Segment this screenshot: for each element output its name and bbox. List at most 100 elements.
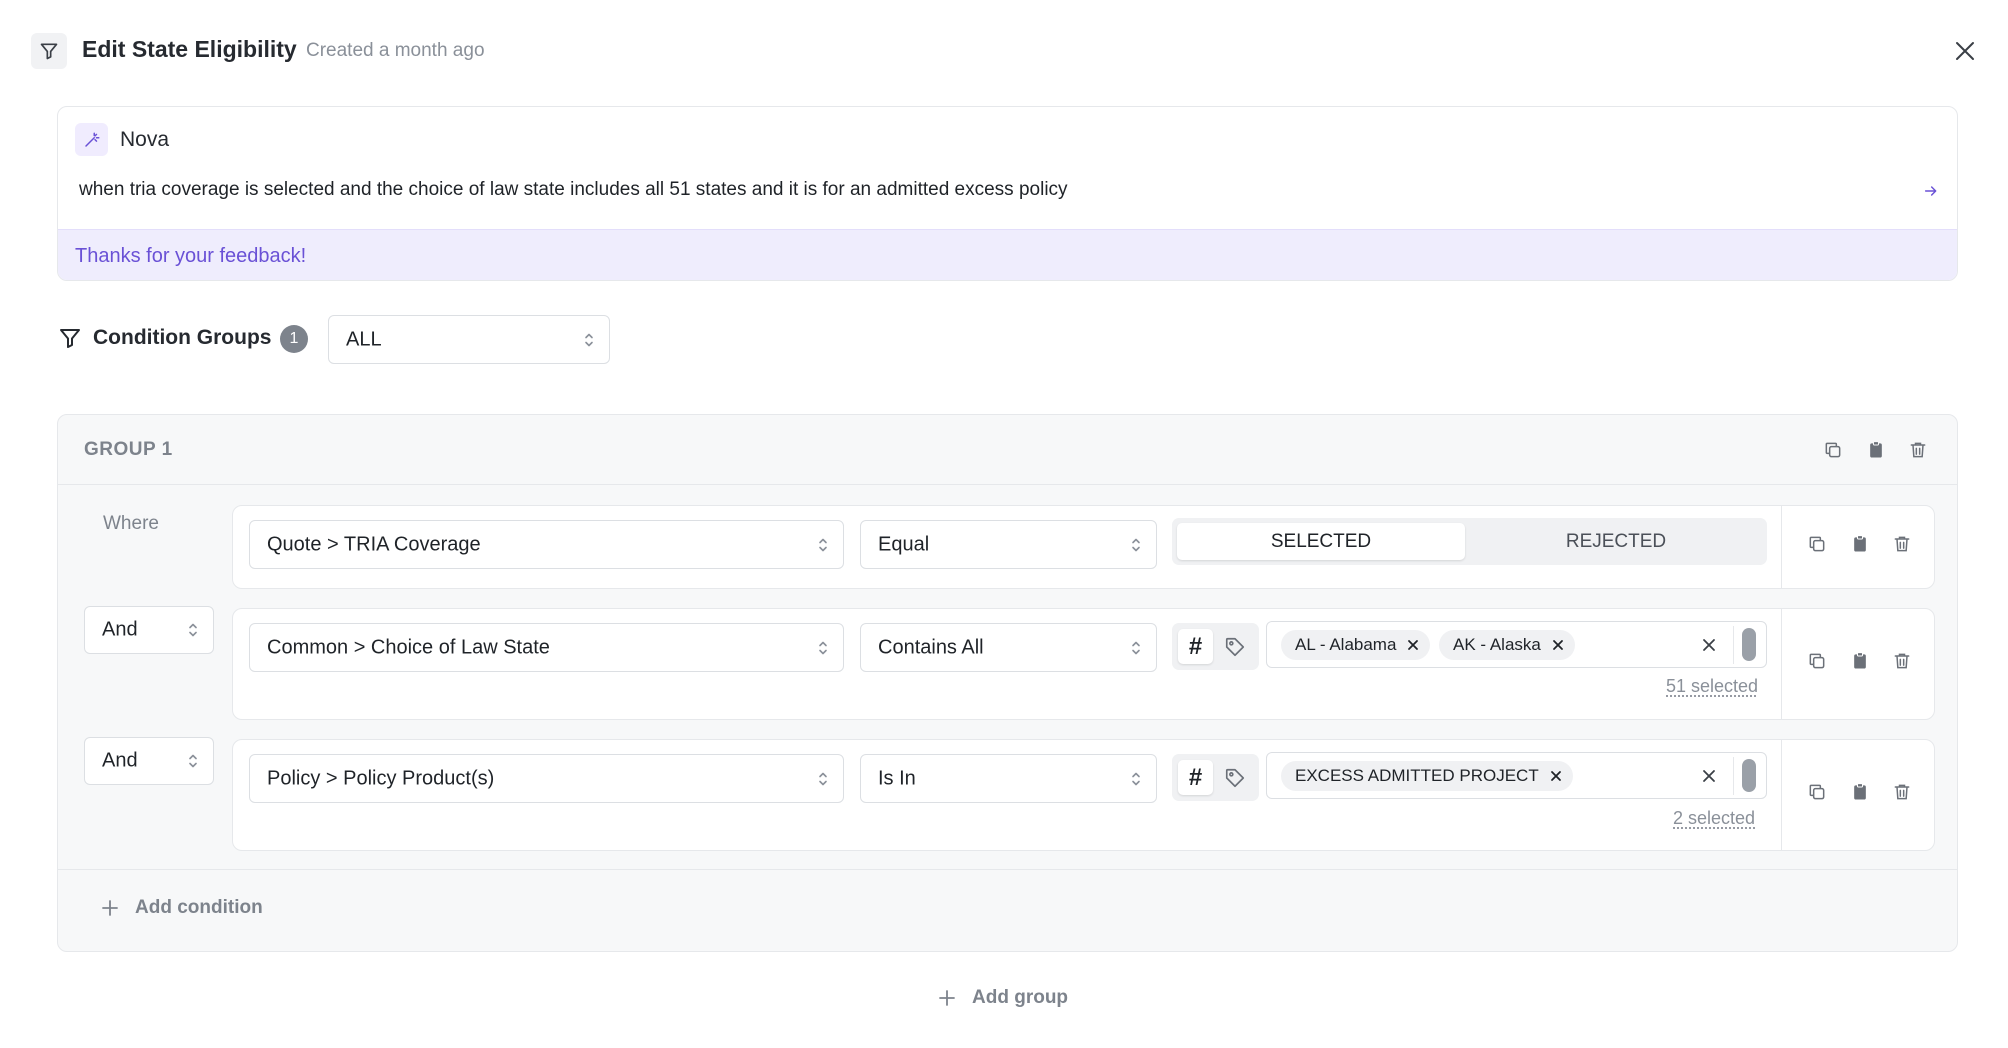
created-timestamp: Created a month ago — [306, 40, 485, 62]
chevron-up-down-icon — [1130, 770, 1142, 788]
nova-prompt-text[interactable]: when tria coverage is selected and the c… — [79, 179, 1068, 201]
close-button[interactable] — [1950, 36, 1980, 66]
clipboard-icon — [1850, 534, 1870, 554]
operator-select-value: Contains All — [878, 636, 984, 659]
copy-icon — [1807, 534, 1827, 554]
tag-icon[interactable] — [1222, 765, 1248, 791]
add-group-label: Add group — [972, 987, 1068, 1009]
nova-assistant-card: Nova when tria coverage is selected and … — [57, 106, 1958, 281]
clipboard-icon — [1850, 651, 1870, 671]
value-chip: EXCESS ADMITTED PROJECT — [1281, 761, 1573, 791]
clipboard-icon — [1850, 782, 1870, 802]
chevron-up-down-icon — [187, 752, 199, 770]
trash-icon — [1908, 440, 1928, 460]
duplicate-condition-button[interactable] — [1804, 779, 1830, 805]
condition-groups-label: Condition Groups — [93, 326, 271, 350]
add-group-button[interactable]: Add group — [938, 987, 1068, 1009]
value-segmented-control: SELECTED REJECTED — [1172, 518, 1767, 565]
clear-values-icon[interactable] — [1701, 637, 1717, 653]
hash-icon[interactable]: # — [1178, 629, 1213, 664]
chip-label: EXCESS ADMITTED PROJECT — [1295, 766, 1539, 786]
scrollbar-thumb[interactable] — [1742, 759, 1756, 792]
value-type-toggle: # — [1172, 754, 1259, 801]
tag-icon[interactable] — [1222, 634, 1248, 660]
copy-icon — [1823, 440, 1843, 460]
plus-icon — [938, 989, 956, 1007]
condition-groups-count-badge: 1 — [280, 325, 308, 353]
close-icon — [1953, 39, 1977, 63]
delete-condition-button[interactable] — [1889, 779, 1915, 805]
paste-condition-button[interactable] — [1847, 779, 1873, 805]
field-select[interactable]: Policy > Policy Product(s) — [249, 754, 844, 803]
value-type-toggle: # — [1172, 623, 1259, 670]
match-mode-select[interactable]: ALL — [328, 315, 610, 364]
chevron-up-down-icon — [187, 621, 199, 639]
group-footer-divider — [57, 869, 1958, 870]
field-select-value: Quote > TRIA Coverage — [267, 533, 481, 556]
paste-group-button[interactable] — [1863, 437, 1889, 463]
chevron-up-down-icon — [1130, 639, 1142, 657]
connector-select[interactable]: And — [84, 737, 214, 785]
nova-name: Nova — [120, 128, 169, 152]
chevron-up-down-icon — [1130, 536, 1142, 554]
chevron-up-down-icon — [817, 639, 829, 657]
filter-icon — [58, 326, 82, 350]
delete-condition-button[interactable] — [1889, 531, 1915, 557]
operator-select-value: Equal — [878, 533, 929, 556]
trash-icon — [1892, 782, 1912, 802]
connector-select[interactable]: And — [84, 606, 214, 654]
scrollbar-thumb[interactable] — [1742, 628, 1756, 661]
option-rejected[interactable]: REJECTED — [1472, 523, 1760, 560]
delete-condition-button[interactable] — [1889, 648, 1915, 674]
match-mode-value: ALL — [346, 328, 382, 351]
field-select[interactable]: Quote > TRIA Coverage — [249, 520, 844, 569]
delete-group-button[interactable] — [1905, 437, 1931, 463]
operator-select[interactable]: Is In — [860, 754, 1157, 803]
chip-label: AL - Alabama — [1295, 635, 1396, 655]
trash-icon — [1892, 534, 1912, 554]
trash-icon — [1892, 651, 1912, 671]
copy-icon — [1807, 651, 1827, 671]
operator-select[interactable]: Equal — [860, 520, 1157, 569]
chevron-up-down-icon — [583, 331, 595, 349]
value-chip: AL - Alabama — [1281, 630, 1430, 660]
plus-icon — [101, 899, 119, 917]
remove-chip-icon[interactable] — [1551, 638, 1565, 652]
row-divider — [1781, 506, 1782, 588]
send-button[interactable] — [1919, 179, 1943, 203]
paste-condition-button[interactable] — [1847, 531, 1873, 557]
values-multiselect[interactable]: EXCESS ADMITTED PROJECT — [1266, 752, 1767, 799]
field-select-value: Policy > Policy Product(s) — [267, 767, 494, 790]
remove-chip-icon[interactable] — [1549, 769, 1563, 783]
feedback-text: Thanks for your feedback! — [75, 245, 306, 268]
field-select[interactable]: Common > Choice of Law State — [249, 623, 844, 672]
add-condition-label: Add condition — [135, 897, 263, 919]
filter-icon — [31, 33, 67, 69]
selected-count-link[interactable]: 51 selected — [1666, 676, 1758, 697]
duplicate-condition-button[interactable] — [1804, 648, 1830, 674]
hash-icon[interactable]: # — [1178, 760, 1213, 795]
field-select-value: Common > Choice of Law State — [267, 636, 550, 659]
feedback-banner: Thanks for your feedback! — [58, 229, 1957, 281]
row-divider — [1781, 609, 1782, 719]
option-selected[interactable]: SELECTED — [1177, 523, 1465, 560]
where-label: Where — [103, 513, 159, 535]
connector-value: And — [102, 750, 138, 773]
selected-count-link[interactable]: 2 selected — [1673, 808, 1755, 829]
row-divider — [1781, 740, 1782, 850]
connector-value: And — [102, 619, 138, 642]
clear-values-icon[interactable] — [1701, 768, 1717, 784]
chevron-up-down-icon — [817, 536, 829, 554]
duplicate-group-button[interactable] — [1820, 437, 1846, 463]
operator-select[interactable]: Contains All — [860, 623, 1157, 672]
value-chip: AK - Alaska — [1439, 630, 1575, 660]
values-scrollbar[interactable] — [1733, 757, 1763, 795]
remove-chip-icon[interactable] — [1406, 638, 1420, 652]
duplicate-condition-button[interactable] — [1804, 531, 1830, 557]
paste-condition-button[interactable] — [1847, 648, 1873, 674]
operator-select-value: Is In — [878, 767, 916, 790]
values-scrollbar[interactable] — [1733, 626, 1763, 664]
add-condition-button[interactable]: Add condition — [101, 897, 263, 919]
values-multiselect[interactable]: AL - Alabama AK - Alaska — [1266, 621, 1767, 668]
copy-icon — [1807, 782, 1827, 802]
